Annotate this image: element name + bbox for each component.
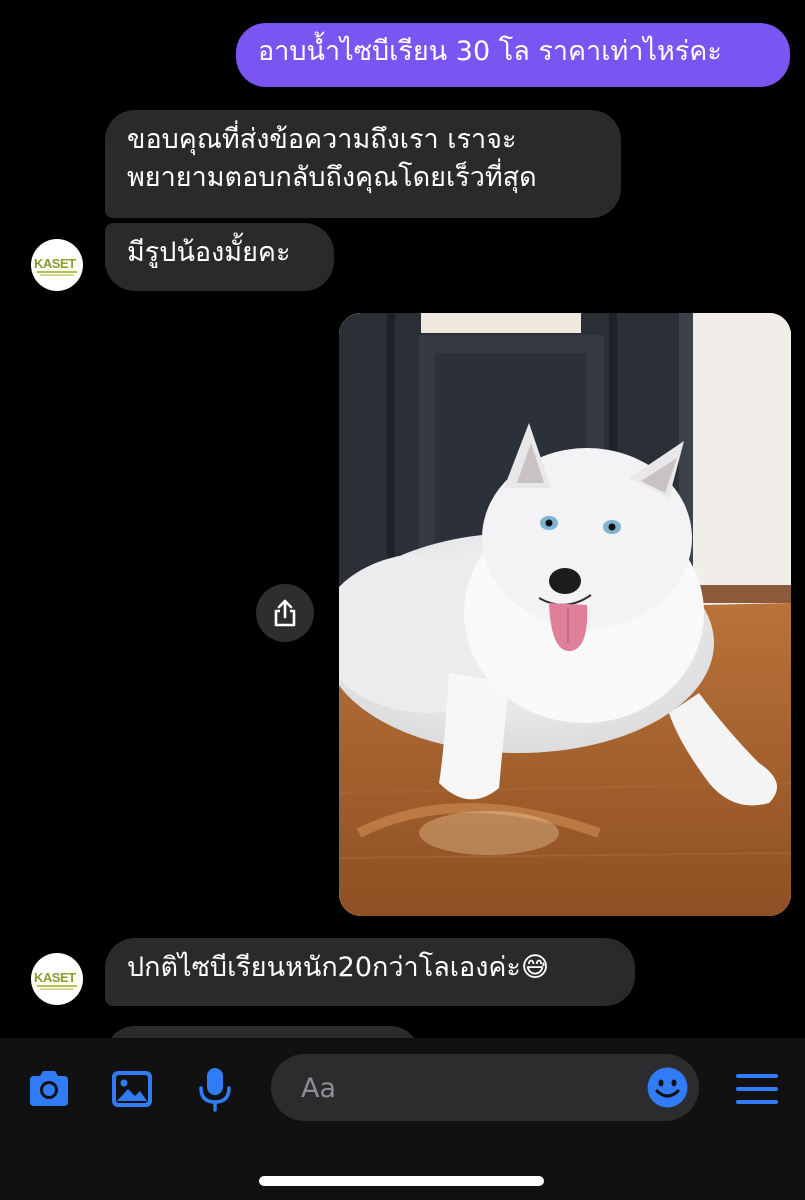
husky-photo (339, 313, 791, 916)
message-input[interactable] (299, 1054, 623, 1123)
emoji-icon (647, 1067, 688, 1108)
photo-message[interactable] (339, 313, 791, 916)
camera-button[interactable] (24, 1064, 74, 1114)
message-input-container[interactable] (271, 1054, 699, 1123)
share-button[interactable] (256, 584, 314, 642)
received-message[interactable]: มีรูปน้องมั้ยคะ (105, 223, 334, 291)
microphone-icon (199, 1068, 231, 1112)
image-icon (112, 1071, 152, 1107)
menu-icon (736, 1074, 778, 1104)
received-message[interactable]: ขอบคุณที่ส่งข้อความถึงเรา เราจะ พยายามตอ… (105, 110, 621, 218)
sent-message[interactable]: อาบน้ำไซบีเรียน 30 โล ราคาเท่าไหร่คะ (236, 23, 790, 87)
received-message[interactable]: ปกติไซบีเรียนหนัก20กว่าโลเองค่ะ😅 (105, 938, 635, 1006)
shop-avatar[interactable]: KASET (31, 239, 83, 291)
logo-underline (37, 271, 77, 273)
camera-icon (30, 1071, 68, 1106)
logo-tagline (40, 988, 74, 990)
emoji-button[interactable] (646, 1066, 689, 1109)
logo-tagline (40, 274, 74, 276)
gallery-button[interactable] (107, 1064, 157, 1114)
logo-underline (37, 985, 77, 987)
menu-button[interactable] (732, 1064, 782, 1114)
home-indicator[interactable] (259, 1176, 544, 1186)
shop-avatar[interactable]: KASET (31, 953, 83, 1005)
shop-logo-text: KASET (34, 256, 76, 271)
share-icon (274, 599, 296, 627)
microphone-button[interactable] (190, 1064, 240, 1114)
shop-logo-text: KASET (34, 970, 76, 985)
